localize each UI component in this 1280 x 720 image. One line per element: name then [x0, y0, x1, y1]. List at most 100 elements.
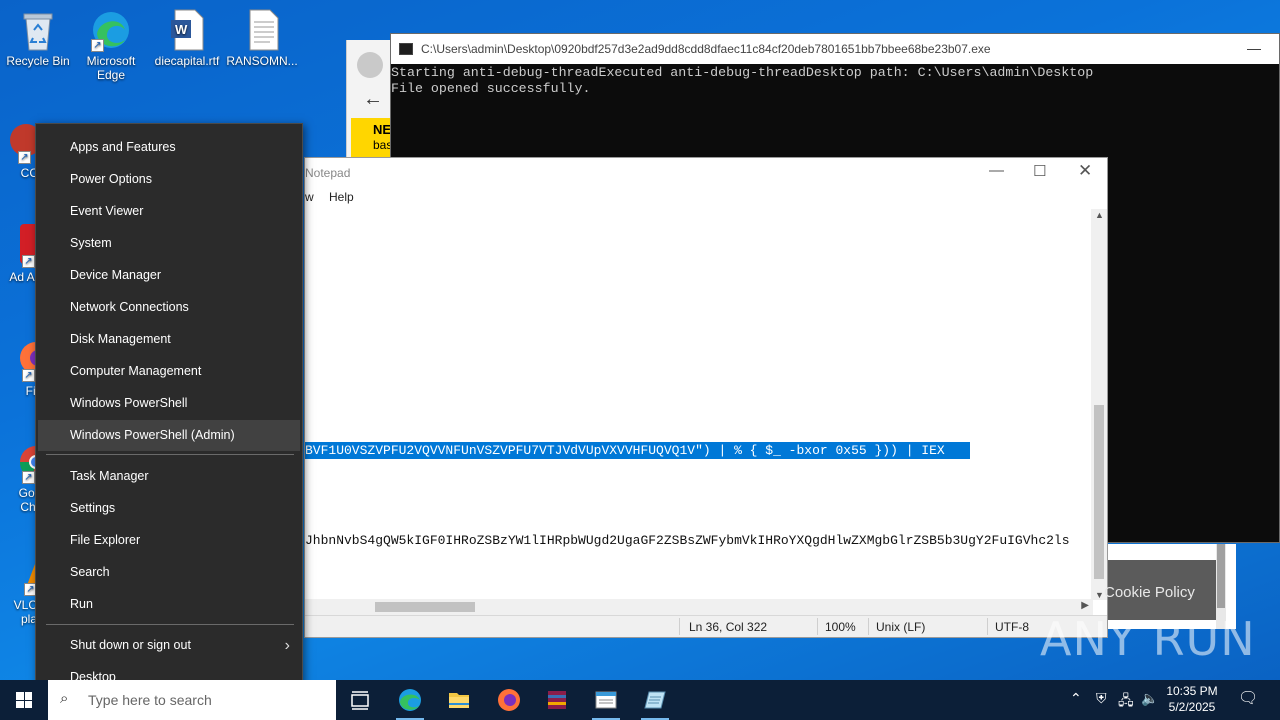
menu-item-device-manager[interactable]: Device Manager	[38, 260, 300, 291]
console-output: Starting anti-debug-threadExecuted anti-…	[391, 64, 1279, 97]
taskbar: ⌕ Type here to search ⌃ ⛨ 🖧 🔈 10:35 PM 5…	[0, 680, 1280, 720]
menu-item-power-options[interactable]: Power Options	[38, 164, 300, 195]
notepad-window[interactable]: Notepad — ☐ ✕ w Help BVF1U0VSZVPFU2VQVVN…	[304, 157, 1108, 638]
network-icon[interactable]: 🖧	[1118, 690, 1134, 720]
browser-window-fragment: ← NE bas	[346, 40, 395, 170]
task-view-button[interactable]	[336, 680, 384, 720]
winrar-icon	[548, 691, 566, 709]
taskbar-file-explorer[interactable]	[435, 680, 483, 720]
minimize-button[interactable]: —	[989, 162, 1004, 179]
browser-banner-text: NE	[373, 122, 392, 137]
menu-item-computer-management[interactable]: Computer Management	[38, 356, 300, 387]
profile-avatar-icon[interactable]	[357, 52, 383, 78]
scroll-down-icon[interactable]: ▼	[1095, 590, 1104, 600]
encoding: UTF-8	[995, 620, 1029, 634]
menu-item-shutdown[interactable]: Shut down or sign out ›	[38, 630, 300, 661]
edge-icon	[399, 689, 421, 711]
scroll-up-icon[interactable]: ▲	[1095, 210, 1104, 220]
menu-view[interactable]: w	[305, 190, 314, 204]
scrollbar-thumb[interactable]	[1217, 544, 1225, 608]
scrollbar-thumb[interactable]	[375, 602, 475, 612]
shortcut-arrow-icon: ↗	[22, 471, 35, 484]
winx-context-menu: Apps and Features Power Options Event Vi…	[35, 123, 303, 701]
notepad-statusbar: Ln 36, Col 322 100% Unix (LF) UTF-8	[305, 615, 1107, 637]
menu-item-settings[interactable]: Settings	[38, 493, 300, 524]
zoom-level: 100%	[825, 620, 856, 634]
console-line: File opened successfully.	[391, 81, 591, 96]
desktop-icon-ransomnote[interactable]: RANSOMN...	[224, 8, 300, 68]
menu-divider	[46, 454, 294, 455]
console-title: C:\Users\admin\Desktop\0920bdf257d3e2ad9…	[421, 42, 991, 56]
console-titlebar[interactable]: C:\Users\admin\Desktop\0920bdf257d3e2ad9…	[391, 34, 1279, 64]
taskbar-edge[interactable]	[386, 680, 434, 720]
notepad-text-area[interactable]: BVF1U0VSZVPFU2VQVVNFUnVSZVPFU7VTJVdVUpVX…	[305, 209, 1093, 600]
cookie-policy-text: Cookie Policy	[1104, 584, 1195, 601]
menu-item-run[interactable]: Run	[38, 589, 300, 620]
menu-item-network-connections[interactable]: Network Connections	[38, 292, 300, 323]
scrollbar-thumb[interactable]	[1094, 405, 1104, 579]
notepad-menubar: w Help	[305, 187, 1107, 209]
minimize-button[interactable]: —	[1247, 40, 1261, 56]
tray-overflow-icon[interactable]: ⌃	[1070, 690, 1082, 720]
anyrun-watermark: ANY RUN	[1040, 612, 1256, 666]
menu-item-search[interactable]: Search	[38, 557, 300, 588]
clock-time: 10:35 PM	[1166, 684, 1218, 698]
shortcut-arrow-icon: ↗	[18, 151, 31, 164]
folder-icon	[449, 693, 469, 708]
search-placeholder: Type here to search	[88, 692, 212, 708]
desktop-icon-label: Microsoft Edge	[86, 54, 136, 82]
edge-icon: ↗	[91, 8, 131, 52]
selected-text-line: BVF1U0VSZVPFU2VQVVNFUnVSZVPFU7VTJVdVUpVX…	[305, 442, 970, 459]
taskbar-clock[interactable]: 10:35 PM 5/2/2025	[1158, 683, 1226, 715]
recycle-bin-icon	[18, 8, 58, 52]
svg-text:W: W	[175, 22, 188, 37]
taskbar-search-box[interactable]: ⌕ Type here to search	[48, 680, 336, 720]
windows-logo-icon	[16, 692, 32, 708]
desktop-icon-diecapital[interactable]: W diecapital.rtf	[149, 8, 225, 68]
menu-item-file-explorer[interactable]: File Explorer	[38, 525, 300, 556]
start-button[interactable]	[0, 680, 48, 720]
menu-help[interactable]: Help	[329, 190, 354, 204]
security-tray-icon[interactable]: ⛨	[1096, 690, 1107, 720]
watermark-text: ANY RUN	[1040, 612, 1256, 666]
close-button[interactable]: ✕	[1078, 161, 1092, 181]
notepad-title: Notepad	[305, 166, 351, 180]
volume-icon[interactable]: 🔈	[1141, 690, 1158, 720]
menu-item-label: Shut down or sign out	[70, 638, 191, 652]
task-view-icon	[351, 691, 369, 710]
notepad-titlebar[interactable]: Notepad — ☐ ✕	[305, 158, 1107, 187]
menu-item-windows-powershell[interactable]: Windows PowerShell	[38, 388, 300, 419]
shortcut-arrow-icon: ↗	[91, 39, 104, 52]
line-ending: Unix (LF)	[876, 620, 926, 634]
taskbar-firefox[interactable]	[485, 680, 533, 720]
menu-item-apps-features[interactable]: Apps and Features	[38, 132, 300, 163]
desktop-icon-edge[interactable]: ↗ Microsoft Edge	[73, 8, 149, 82]
taskbar-winrar[interactable]	[533, 680, 581, 720]
desktop-icon-recycle-bin[interactable]: Recycle Bin	[0, 8, 76, 68]
desktop-icon-label: RANSOMN...	[226, 54, 298, 68]
vertical-scrollbar[interactable]: ▲ ▼	[1091, 209, 1107, 600]
firefox-icon	[498, 689, 520, 711]
menu-item-task-manager[interactable]: Task Manager	[38, 461, 300, 492]
menu-item-event-viewer[interactable]: Event Viewer	[38, 196, 300, 227]
console-line: Starting anti-debug-threadExecuted anti-…	[391, 65, 1094, 80]
desktop-icon-label: diecapital.rtf	[154, 54, 220, 68]
taskbar-app[interactable]	[631, 680, 679, 720]
console-app-icon	[399, 43, 413, 55]
shortcut-arrow-icon: ↗	[22, 255, 35, 268]
text-file-icon	[242, 8, 282, 52]
clock-date: 5/2/2025	[1168, 700, 1216, 714]
notification-icon[interactable]: 🗨	[1238, 688, 1258, 720]
back-arrow-icon[interactable]: ←	[363, 88, 383, 111]
search-icon: ⌕	[60, 690, 69, 707]
menu-item-system[interactable]: System	[38, 228, 300, 259]
desktop-icon-label: Recycle Bin	[6, 54, 70, 68]
cookie-policy-button[interactable]: Cookie Policy	[1104, 560, 1216, 620]
notepad-app-icon	[644, 691, 666, 709]
horizontal-scrollbar[interactable]: ▶	[305, 599, 1093, 615]
maximize-button[interactable]: ☐	[1033, 162, 1046, 180]
taskbar-notepad[interactable]	[582, 680, 630, 720]
scroll-right-icon[interactable]: ▶	[1081, 600, 1089, 611]
menu-item-disk-management[interactable]: Disk Management	[38, 324, 300, 355]
menu-item-windows-powershell-admin[interactable]: Windows PowerShell (Admin)	[38, 420, 300, 451]
